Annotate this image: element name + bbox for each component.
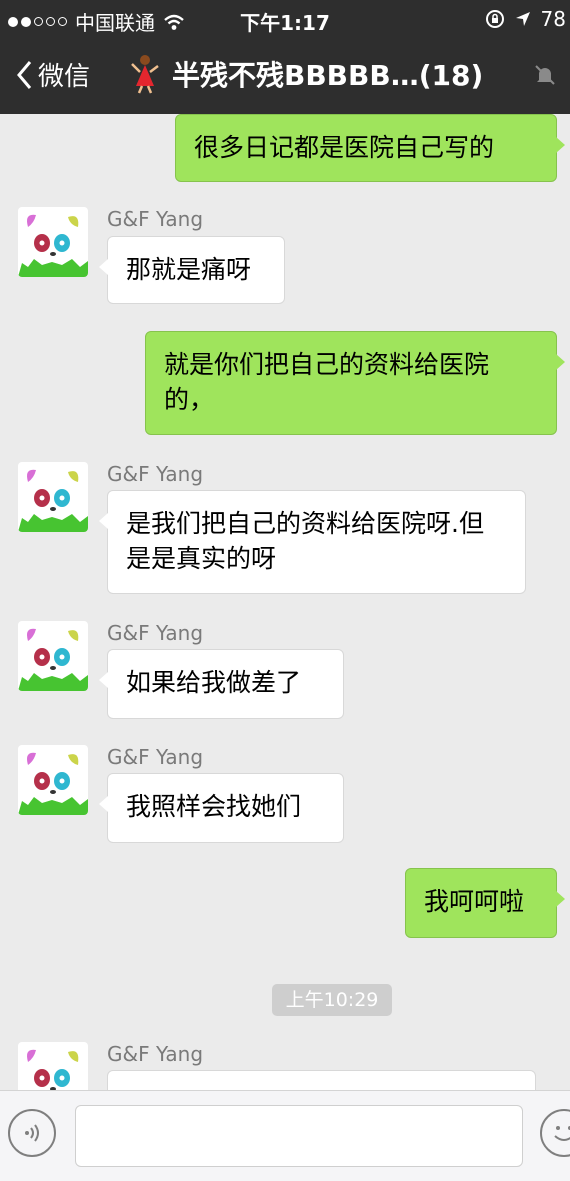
- input-bar: [0, 1090, 570, 1181]
- message-text: 我照样会找她们: [126, 792, 302, 821]
- voice-icon: [25, 1124, 39, 1142]
- message-bubble-in[interactable]: 那就是痛呀: [99, 236, 285, 304]
- chat-title-text: 半残不残BBBBB…(18): [172, 59, 484, 92]
- chat-title: 半残不残BBBBB…(18): [128, 54, 483, 94]
- sender-name: G&F Yang: [107, 462, 204, 486]
- panda-avatar-icon: [27, 1049, 79, 1090]
- message-bubble-in[interactable]: [107, 1070, 536, 1090]
- panda-avatar-icon: [18, 628, 88, 691]
- message-text: 如果给我做差了: [126, 668, 302, 697]
- message-bubble-out[interactable]: 很多日记都是医院自己写的: [175, 114, 565, 182]
- back-chevron-icon: [17, 60, 32, 89]
- panda-avatar-icon: [18, 752, 88, 815]
- chat-header: 微信 半残不残BBBBB…(18): [0, 36, 570, 114]
- sender-name: G&F Yang: [107, 745, 204, 769]
- emoji-icon: [554, 1126, 570, 1141]
- status-bar: 中国联通 下午1:17 78: [0, 0, 570, 36]
- message-bubble-out[interactable]: 我呵呵啦: [405, 868, 565, 938]
- orientation-lock-icon: [485, 10, 504, 28]
- timestamp-divider: 上午10:29: [272, 984, 392, 1016]
- back-button[interactable]: 微信: [16, 56, 90, 93]
- message-text: 我呵呵啦: [424, 887, 525, 916]
- location-arrow-icon: [515, 12, 530, 26]
- message-text: 就是你们把自己的资料给医院的，: [164, 350, 490, 414]
- message-bubble-out[interactable]: 就是你们把自己的资料给医院的，: [145, 331, 565, 435]
- message-input[interactable]: [75, 1105, 523, 1167]
- emoji-button[interactable]: [540, 1109, 570, 1157]
- avatar[interactable]: [18, 207, 88, 277]
- panda-avatar-icon: [18, 469, 88, 532]
- back-label: 微信: [38, 62, 91, 92]
- voice-button[interactable]: [8, 1109, 56, 1157]
- message-bubble-in[interactable]: 如果给我做差了: [99, 649, 344, 719]
- message-list[interactable]: 很多日记都是医院自己写的 G&F Yang 那就是痛呀 就是你们把自己的资料给医…: [0, 114, 570, 1090]
- message-text: 很多日记都是医院自己写的: [194, 133, 495, 162]
- dancer-emoji-icon: [131, 55, 159, 94]
- message-text: 那就是痛呀: [126, 255, 252, 284]
- sender-name: G&F Yang: [107, 207, 204, 231]
- sender-name: G&F Yang: [107, 621, 204, 645]
- mute-bell-icon: [535, 65, 555, 85]
- message-bubble-in[interactable]: 我照样会找她们: [99, 773, 344, 843]
- message-text: 是我们把自己的资料给医院呀.但是是真实的呀: [126, 509, 484, 573]
- message-bubble-in[interactable]: 是我们把自己的资料给医院呀.但是是真实的呀: [99, 490, 526, 594]
- avatar[interactable]: [18, 1042, 88, 1090]
- battery-level: 78: [540, 7, 566, 31]
- avatar[interactable]: [18, 621, 88, 691]
- avatar[interactable]: [18, 745, 88, 815]
- sender-name: G&F Yang: [107, 1042, 204, 1066]
- panda-avatar-icon: [18, 214, 88, 277]
- avatar[interactable]: [18, 462, 88, 532]
